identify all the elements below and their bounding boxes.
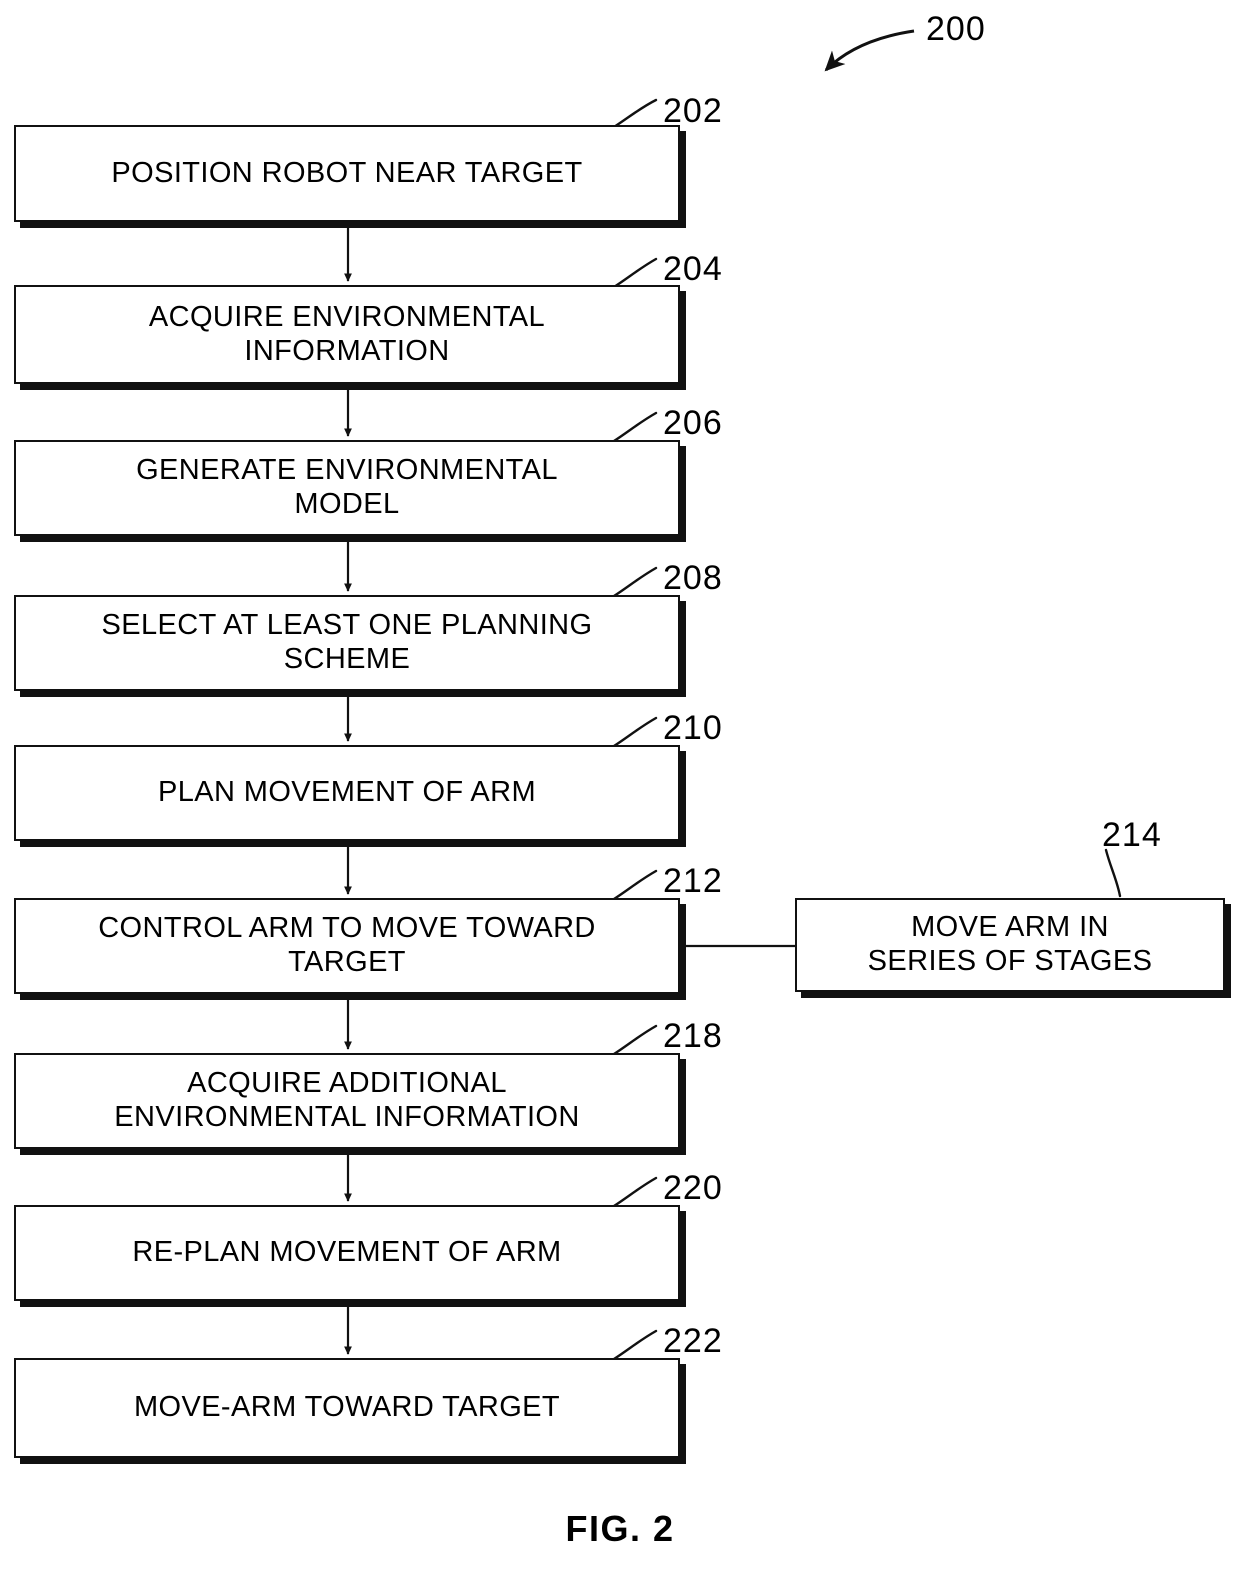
flow-step-box-202[interactable]: POSITION ROBOT NEAR TARGET bbox=[14, 125, 680, 222]
leader-204 bbox=[612, 257, 658, 289]
leader-206 bbox=[612, 411, 658, 443]
flow-step-box-214[interactable]: MOVE ARM IN SERIES OF STAGES bbox=[795, 898, 1225, 992]
flow-step-label: SELECT AT LEAST ONE PLANNING SCHEME bbox=[101, 609, 593, 675]
reference-numeral-218: 218 bbox=[663, 1017, 723, 1055]
flow-step-label: ACQUIRE ADDITIONAL ENVIRONMENTAL INFORMA… bbox=[114, 1067, 580, 1133]
flow-step-label: CONTROL ARM TO MOVE TOWARD TARGET bbox=[98, 912, 596, 978]
flow-step-label: MOVE ARM IN SERIES OF STAGES bbox=[867, 911, 1153, 977]
flow-step-label: PLAN MOVEMENT OF ARM bbox=[157, 776, 537, 809]
flow-step-box-210[interactable]: PLAN MOVEMENT OF ARM bbox=[14, 745, 680, 841]
leader-218 bbox=[612, 1024, 658, 1056]
leader-212 bbox=[612, 869, 658, 901]
reference-numeral-220: 220 bbox=[663, 1169, 723, 1207]
flow-step-label: GENERATE ENVIRONMENTAL MODEL bbox=[136, 454, 558, 520]
leader-220 bbox=[612, 1176, 658, 1208]
reference-numeral-214: 214 bbox=[1102, 816, 1162, 854]
reference-numeral-208: 208 bbox=[663, 559, 723, 597]
flow-step-box-220[interactable]: RE-PLAN MOVEMENT OF ARM bbox=[14, 1205, 680, 1301]
leader-222 bbox=[612, 1329, 658, 1361]
flow-step-box-206[interactable]: GENERATE ENVIRONMENTAL MODEL bbox=[14, 440, 680, 536]
flow-step-box-204[interactable]: ACQUIRE ENVIRONMENTAL INFORMATION bbox=[14, 285, 680, 384]
leader-210 bbox=[612, 716, 658, 748]
flow-step-label: ACQUIRE ENVIRONMENTAL INFORMATION bbox=[148, 300, 546, 367]
reference-numeral-222: 222 bbox=[663, 1322, 723, 1360]
flow-step-label: POSITION ROBOT NEAR TARGET bbox=[111, 156, 583, 189]
flow-step-box-218[interactable]: ACQUIRE ADDITIONAL ENVIRONMENTAL INFORMA… bbox=[14, 1053, 680, 1149]
leader-202 bbox=[612, 98, 658, 129]
flow-step-box-222[interactable]: MOVE-ARM TOWARD TARGET bbox=[14, 1358, 680, 1458]
figure-caption: FIG. 2 bbox=[565, 1508, 675, 1549]
flow-step-label: MOVE-ARM TOWARD TARGET bbox=[133, 1391, 561, 1424]
flow-step-label: RE-PLAN MOVEMENT OF ARM bbox=[132, 1236, 562, 1269]
reference-numeral-212: 212 bbox=[663, 862, 723, 900]
reference-numeral-202: 202 bbox=[663, 92, 723, 130]
reference-numeral-206: 206 bbox=[663, 404, 723, 442]
leader-208 bbox=[612, 566, 658, 598]
flow-step-box-212[interactable]: CONTROL ARM TO MOVE TOWARD TARGET bbox=[14, 898, 680, 994]
patent-figure-sheet: POSITION ROBOT NEAR TARGET ACQUIRE ENVIR… bbox=[0, 0, 1240, 1576]
figure-pointer-arrow bbox=[824, 29, 915, 72]
reference-numeral-204: 204 bbox=[663, 250, 723, 288]
reference-numeral-200: 200 bbox=[926, 10, 986, 48]
leader-214 bbox=[1104, 848, 1122, 898]
reference-numeral-210: 210 bbox=[663, 709, 723, 747]
flow-step-box-208[interactable]: SELECT AT LEAST ONE PLANNING SCHEME bbox=[14, 595, 680, 691]
